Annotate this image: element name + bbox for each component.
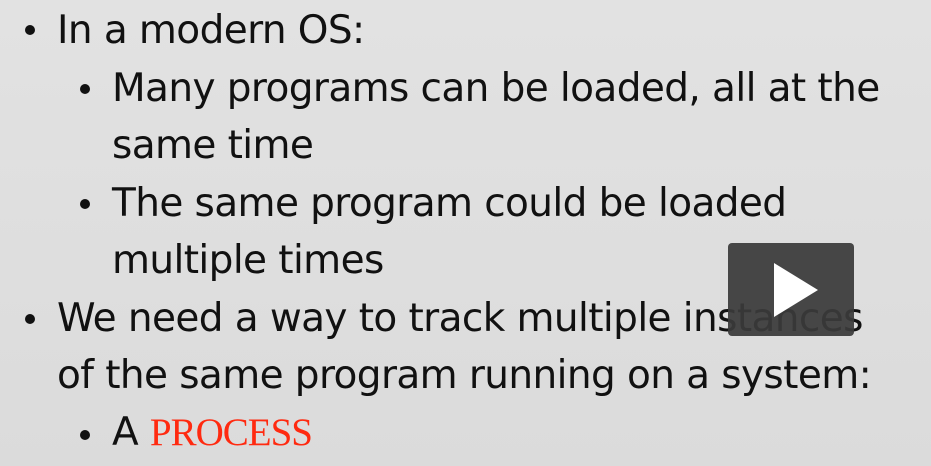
bullet-text-line-2: of the same program running on a system: [57, 353, 872, 398]
bullet-dot [25, 25, 35, 35]
play-button[interactable] [728, 243, 854, 336]
sub-bullet-dot [80, 199, 90, 209]
process-emphasis: PROCESS [149, 411, 313, 454]
slide-content: In a modern OS: Many programs can be loa… [0, 0, 931, 466]
sub-bullet-text-line-2: multiple times [112, 238, 384, 283]
sub-bullet-dot [80, 84, 90, 94]
sub-bullet-text-line-1: The same program could be loaded [112, 181, 787, 226]
sub-bullet-text: A PROCESS [112, 405, 313, 461]
bullet-dot [25, 314, 35, 324]
bullet-text: In a modern OS: [57, 8, 365, 53]
sub-bullet-dot [80, 430, 90, 440]
sub-bullet-text-line-2: same time [112, 123, 314, 168]
process-prefix: A [112, 410, 150, 455]
play-icon [774, 263, 818, 317]
sub-bullet-text-line-1: Many programs can be loaded, all at the [112, 66, 880, 111]
